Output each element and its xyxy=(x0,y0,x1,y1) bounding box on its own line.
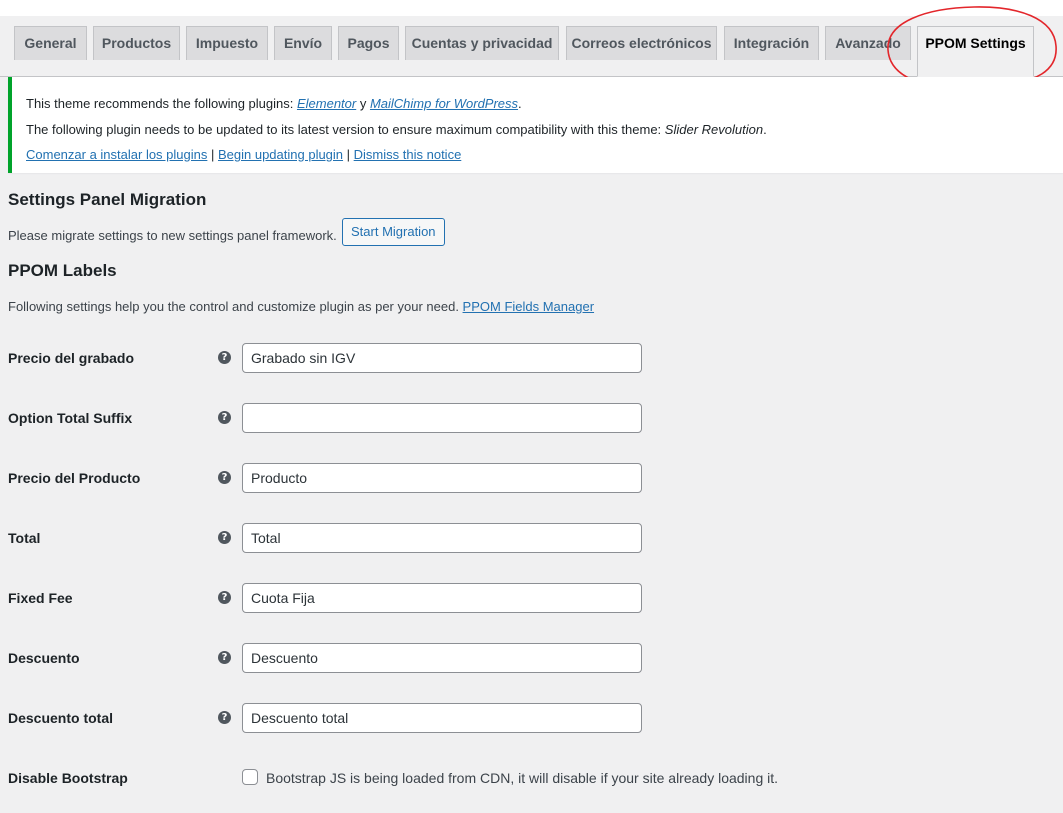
theme-plugins-notice: This theme recommends the following plug… xyxy=(8,77,1063,173)
update-plugin-link[interactable]: Begin updating plugin xyxy=(218,147,343,162)
elementor-link[interactable]: Elementor xyxy=(297,96,356,111)
disable-bootstrap-checkbox[interactable] xyxy=(242,769,258,785)
notice-separator: | xyxy=(207,147,218,162)
help-icon[interactable]: ? xyxy=(218,591,231,604)
precio-del-producto-input[interactable] xyxy=(242,463,642,493)
ppom-labels-description: Following settings help you the control … xyxy=(8,299,594,314)
notice-line-update: The following plugin needs to be updated… xyxy=(26,122,767,137)
tab-productos[interactable]: Productos xyxy=(93,26,180,60)
help-icon[interactable]: ? xyxy=(218,411,231,424)
mailchimp-link[interactable]: MailChimp for WordPress xyxy=(370,96,518,111)
field-label-precio-del-grabado: Precio del grabado xyxy=(8,350,135,366)
migration-title: Settings Panel Migration xyxy=(8,190,207,209)
notice-line2-suffix: . xyxy=(763,122,767,137)
help-icon[interactable]: ? xyxy=(218,651,231,664)
labels-description-text: Following settings help you the control … xyxy=(8,299,463,314)
settings-tab-bar: General Productos Impuesto Envío Pagos C… xyxy=(0,0,1063,77)
ppom-fields-manager-link[interactable]: PPOM Fields Manager xyxy=(463,299,595,314)
descuento-input[interactable] xyxy=(242,643,642,673)
field-label-fixed-fee: Fixed Fee xyxy=(8,590,73,606)
help-icon[interactable]: ? xyxy=(218,711,231,724)
help-icon[interactable]: ? xyxy=(218,351,231,364)
field-label-total: Total xyxy=(8,530,41,546)
notice-actions: Comenzar a instalar los plugins | Begin … xyxy=(26,147,461,162)
top-strip xyxy=(0,0,1063,16)
precio-del-grabado-input[interactable] xyxy=(242,343,642,373)
field-label-disable-bootstrap: Disable Bootstrap xyxy=(8,770,128,786)
field-label-option-total-suffix: Option Total Suffix xyxy=(8,410,133,426)
notice-line1-suffix: . xyxy=(518,96,522,111)
notice-line2-prefix: The following plugin needs to be updated… xyxy=(26,122,665,137)
tab-avanzado[interactable]: Avanzado xyxy=(825,26,911,60)
help-icon[interactable]: ? xyxy=(218,531,231,544)
tab-ppom-settings[interactable]: PPOM Settings xyxy=(917,26,1034,77)
notice-line-recommends: This theme recommends the following plug… xyxy=(26,96,522,111)
tab-general[interactable]: General xyxy=(14,26,87,60)
field-label-descuento-total: Descuento total xyxy=(8,710,114,726)
notice-line1-prefix: This theme recommends the following plug… xyxy=(26,96,297,111)
tab-impuesto[interactable]: Impuesto xyxy=(186,26,268,60)
install-plugins-link[interactable]: Comenzar a instalar los plugins xyxy=(26,147,207,162)
fixed-fee-input[interactable] xyxy=(242,583,642,613)
slider-revolution-name: Slider Revolution xyxy=(664,122,764,137)
tab-correos-electronicos[interactable]: Correos electrónicos xyxy=(566,26,717,60)
descuento-total-input[interactable] xyxy=(242,703,642,733)
tab-cuentas-y-privacidad[interactable]: Cuentas y privacidad xyxy=(405,26,559,60)
start-migration-button[interactable]: Start Migration xyxy=(342,218,445,246)
notice-separator: | xyxy=(343,147,354,162)
notice-conj: y xyxy=(356,96,370,111)
tab-envio[interactable]: Envío xyxy=(274,26,332,60)
option-total-suffix-input[interactable] xyxy=(242,403,642,433)
field-label-precio-del-producto: Precio del Producto xyxy=(8,470,141,486)
total-input[interactable] xyxy=(242,523,642,553)
tab-pagos[interactable]: Pagos xyxy=(338,26,399,60)
tab-integracion[interactable]: Integración xyxy=(724,26,819,60)
migration-description: Please migrate settings to new settings … xyxy=(8,228,337,243)
field-label-descuento: Descuento xyxy=(8,650,80,666)
disable-bootstrap-description: Bootstrap JS is being loaded from CDN, i… xyxy=(266,770,779,786)
help-icon[interactable]: ? xyxy=(218,471,231,484)
dismiss-notice-link[interactable]: Dismiss this notice xyxy=(354,147,462,162)
ppom-labels-title: PPOM Labels xyxy=(8,261,117,280)
